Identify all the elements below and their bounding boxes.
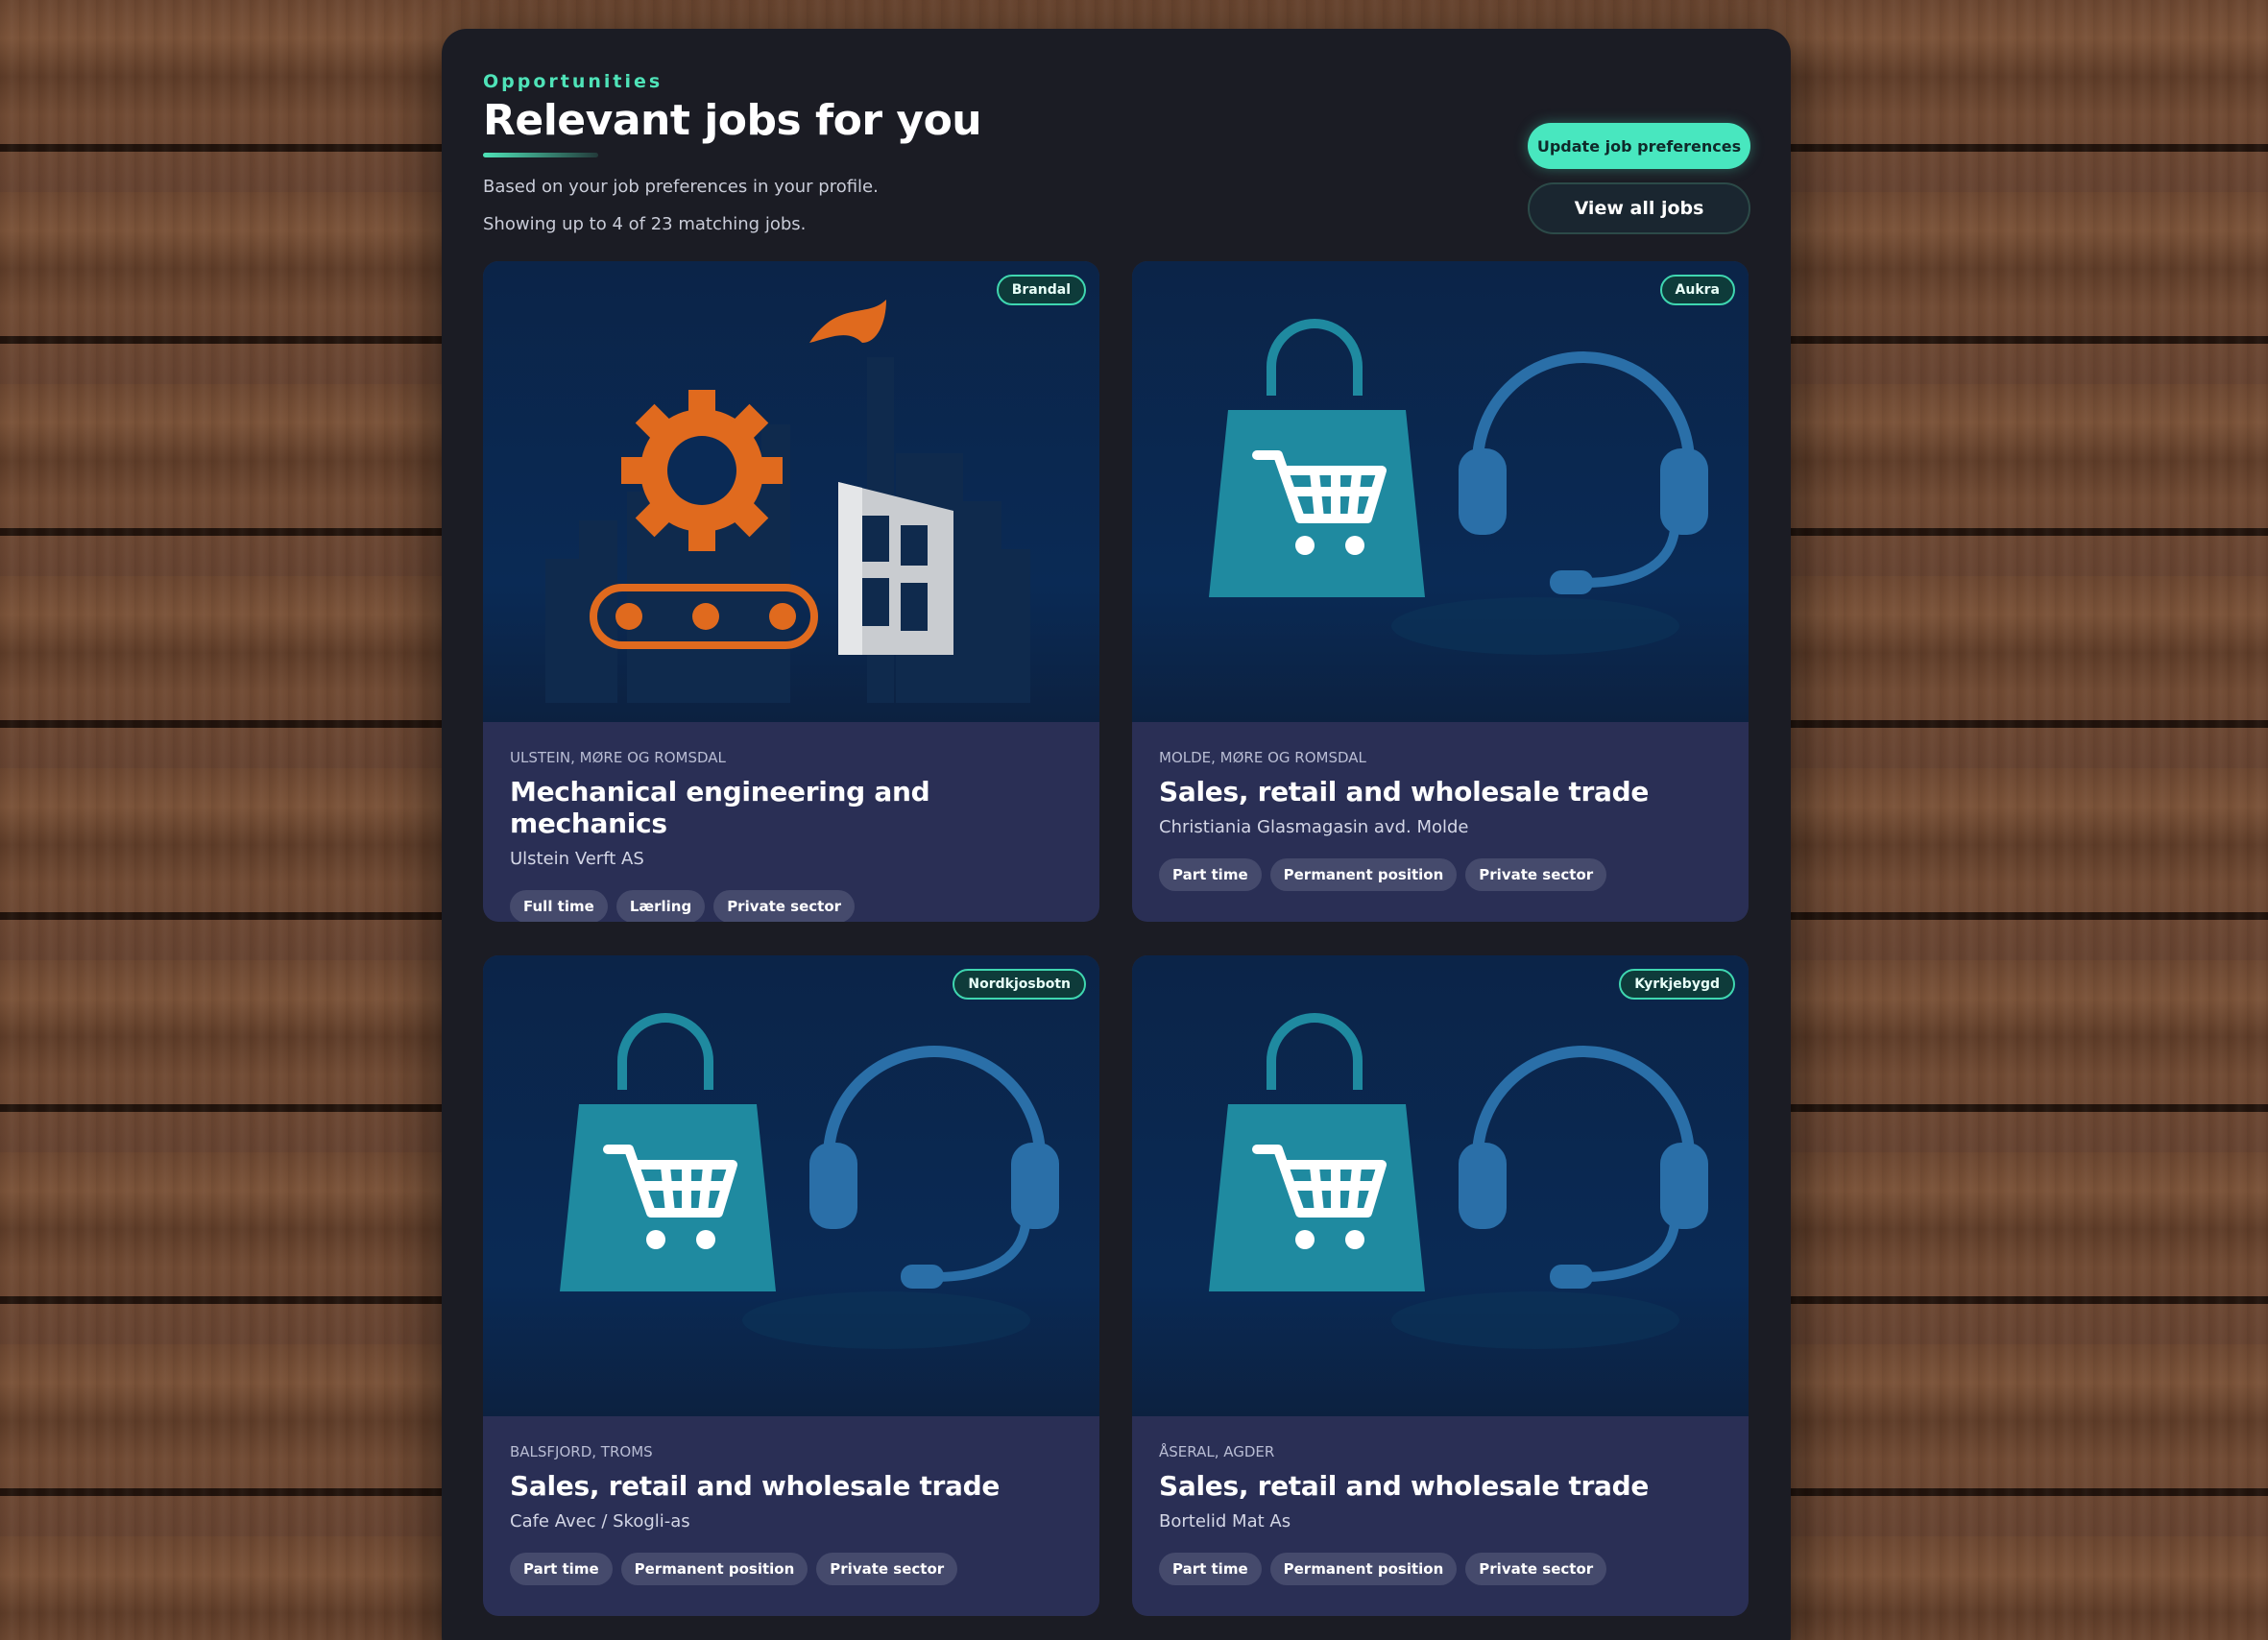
job-tags: Part time Permanent position Private sec… bbox=[1159, 858, 1722, 891]
job-card-body: ÅSERAL, AGDER Sales, retail and wholesal… bbox=[1132, 1416, 1749, 1616]
location-badge: Aukra bbox=[1659, 275, 1735, 305]
job-region: BALSFJORD, TROMS bbox=[510, 1443, 653, 1460]
job-card-body: BALSFJORD, TROMS Sales, retail and whole… bbox=[483, 1416, 1099, 1616]
shopping-bag-headset-icon bbox=[1209, 1013, 1708, 1349]
job-illustration: Kyrkjebygd bbox=[1132, 955, 1749, 1416]
job-tag: Private sector bbox=[1465, 1553, 1607, 1585]
job-tags: Full time Lærling Private sector bbox=[510, 890, 1073, 922]
job-region: ÅSERAL, AGDER bbox=[1159, 1443, 1275, 1460]
factory-gear-icon bbox=[545, 300, 1030, 703]
job-tag: Full time bbox=[510, 890, 608, 922]
job-title[interactable]: Sales, retail and wholesale trade bbox=[1159, 776, 1722, 808]
job-title[interactable]: Sales, retail and wholesale trade bbox=[510, 1470, 1073, 1502]
job-tag: Private sector bbox=[713, 890, 856, 922]
job-region: ULSTEIN, MØRE OG ROMSDAL bbox=[510, 749, 726, 766]
job-card-body: ULSTEIN, MØRE OG ROMSDAL Mechanical engi… bbox=[483, 722, 1099, 922]
job-tags: Part time Permanent position Private sec… bbox=[510, 1553, 1073, 1585]
section-eyebrow: Opportunities bbox=[483, 71, 664, 92]
job-illustration: Brandal bbox=[483, 261, 1099, 722]
job-tag: Part time bbox=[1159, 1553, 1262, 1585]
job-tag: Part time bbox=[1159, 858, 1262, 891]
jobs-panel: Opportunities Relevant jobs for you Base… bbox=[442, 29, 1791, 1640]
title-underline bbox=[483, 153, 598, 157]
job-tag: Private sector bbox=[816, 1553, 958, 1585]
job-card[interactable]: Kyrkjebygd ÅSERAL, AGDER Sales, retail a… bbox=[1132, 955, 1749, 1616]
location-badge: Kyrkjebygd bbox=[1619, 969, 1735, 1000]
job-tag: Permanent position bbox=[1269, 1553, 1458, 1585]
job-tag: Lærling bbox=[615, 890, 706, 922]
shopping-bag-headset-icon bbox=[560, 1013, 1059, 1349]
view-all-jobs-button[interactable]: View all jobs bbox=[1528, 182, 1750, 234]
job-company: Ulstein Verft AS bbox=[510, 849, 644, 869]
job-tag: Private sector bbox=[1465, 858, 1607, 891]
job-title[interactable]: Mechanical engineering and mechanics bbox=[510, 776, 1073, 839]
job-company: Cafe Avec / Skogli-as bbox=[510, 1511, 690, 1531]
job-illustration: Aukra bbox=[1132, 261, 1749, 722]
job-card[interactable]: Nordkjosbotn BALSFJORD, TROMS Sales, ret… bbox=[483, 955, 1099, 1616]
update-preferences-button[interactable]: Update job preferences bbox=[1528, 123, 1750, 169]
job-title[interactable]: Sales, retail and wholesale trade bbox=[1159, 1470, 1722, 1502]
job-illustration: Nordkjosbotn bbox=[483, 955, 1099, 1416]
job-tag: Permanent position bbox=[1269, 858, 1458, 891]
job-card[interactable]: Brandal ULSTEIN, MØRE OG ROMSDAL Mechani… bbox=[483, 261, 1099, 922]
location-badge: Nordkjosbotn bbox=[953, 969, 1086, 1000]
section-header: Opportunities Relevant jobs for you Base… bbox=[483, 71, 1750, 263]
job-card[interactable]: Aukra MOLDE, MØRE OG ROMSDAL Sales, reta… bbox=[1132, 261, 1749, 922]
job-tag: Part time bbox=[510, 1553, 613, 1585]
job-card-body: MOLDE, MØRE OG ROMSDAL Sales, retail and… bbox=[1132, 722, 1749, 922]
job-region: MOLDE, MØRE OG ROMSDAL bbox=[1159, 749, 1366, 766]
job-company: Bortelid Mat As bbox=[1159, 1511, 1291, 1531]
job-tags: Part time Permanent position Private sec… bbox=[1159, 1553, 1722, 1585]
location-badge: Brandal bbox=[996, 275, 1086, 305]
job-company: Christiania Glasmagasin avd. Molde bbox=[1159, 817, 1469, 837]
shopping-bag-headset-icon bbox=[1209, 319, 1708, 655]
job-tag: Permanent position bbox=[620, 1553, 808, 1585]
